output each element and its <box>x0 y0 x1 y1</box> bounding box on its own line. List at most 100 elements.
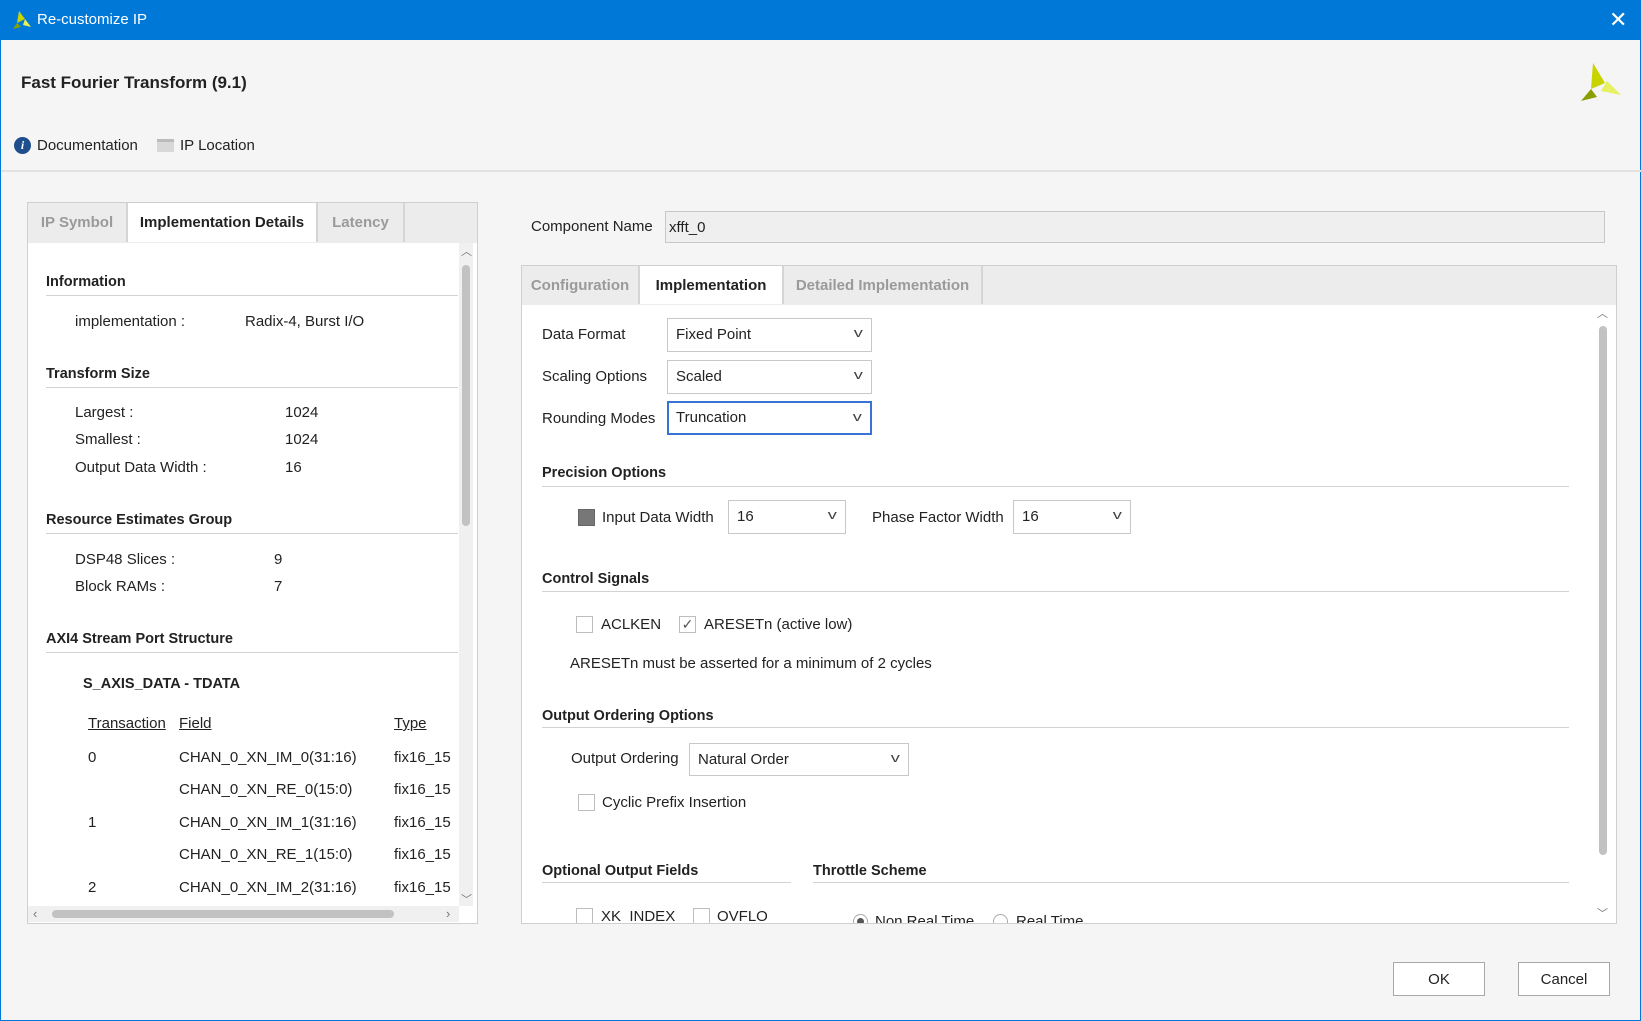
component-name-input[interactable] <box>665 211 1605 243</box>
transaction-cell: 1 <box>88 813 97 831</box>
output-width-value: 16 <box>285 459 302 476</box>
divider <box>542 727 1569 728</box>
optional-heading: Optional Output Fields <box>542 863 699 879</box>
tab-configuration[interactable]: Configuration <box>522 266 640 304</box>
output-ordering-label: Output Ordering <box>571 750 679 767</box>
largest-value: 1024 <box>285 404 319 421</box>
dsp-label: DSP48 Slices : <box>75 551 176 568</box>
ip-location-label: IP Location <box>180 137 255 154</box>
ip-location-link[interactable]: IP Location <box>157 137 255 154</box>
right-tabs: Configuration Implementation Detailed Im… <box>522 266 1616 305</box>
aclken-checkbox[interactable] <box>576 616 593 633</box>
header-divider <box>1 170 1641 172</box>
title-bar: Re-customize IP ✕ <box>1 1 1641 40</box>
tab-detailed-implementation[interactable]: Detailed Implementation <box>784 266 983 304</box>
window-title: Re-customize IP <box>37 11 148 28</box>
info-value: Radix-4, Burst I/O <box>245 313 365 330</box>
vertical-scrollbar[interactable]: ︿ ﹀ <box>459 243 473 906</box>
aresetn-checkbox[interactable]: ✓ <box>679 616 696 633</box>
xk-index-checkbox[interactable] <box>576 908 593 923</box>
smallest-label: Smallest : <box>75 431 141 448</box>
scrollbar-thumb[interactable] <box>1599 326 1607 855</box>
scrollbar-thumb[interactable] <box>462 265 470 526</box>
aresetn-label: ARESETn (active low) <box>704 616 853 633</box>
column-field[interactable]: Field <box>179 715 212 732</box>
type-cell: fix16_15 <box>394 878 451 896</box>
divider <box>46 295 458 296</box>
aresetn-note: ARESETn must be asserted for a minimum o… <box>570 655 932 672</box>
field-cell: CHAN_0_XN_IM_2(31:16) <box>179 878 357 896</box>
column-transaction[interactable]: Transaction <box>88 715 166 732</box>
non-real-time-radio[interactable] <box>853 914 868 923</box>
aclken-label: ACLKEN <box>601 616 662 633</box>
real-time-radio[interactable] <box>993 914 1008 923</box>
phase-width-select[interactable]: 16 v <box>1013 500 1131 534</box>
selected-value: Natural Order <box>698 751 789 768</box>
selected-value: Scaled <box>676 368 722 385</box>
bram-label: Block RAMs : <box>75 578 166 595</box>
precision-heading: Precision Options <box>542 465 667 481</box>
scrollbar-thumb[interactable] <box>52 910 394 918</box>
chevron-down-icon: v <box>853 325 863 340</box>
input-width-select[interactable]: 16 v <box>728 500 846 534</box>
folder-icon <box>157 139 174 152</box>
chevron-down-icon: v <box>827 507 837 522</box>
column-type[interactable]: Type <box>394 715 427 732</box>
scaling-label: Scaling Options <box>542 368 648 385</box>
transaction-cell: 2 <box>88 878 97 896</box>
divider <box>46 652 458 653</box>
chevron-down-icon: v <box>1112 507 1122 522</box>
divider <box>813 882 1569 883</box>
documentation-link[interactable]: i Documentation <box>14 137 138 154</box>
type-cell: fix16_15 <box>394 813 451 831</box>
selected-value: Fixed Point <box>676 326 752 343</box>
ok-button[interactable]: OK <box>1393 962 1485 996</box>
axi-subheading: S_AXIS_DATA - TDATA <box>83 676 241 692</box>
field-cell: CHAN_0_XN_RE_0(15:0) <box>179 781 353 799</box>
app-logo-icon <box>13 11 31 29</box>
ordering-heading: Output Ordering Options <box>542 708 714 724</box>
tab-ip-symbol[interactable]: IP Symbol <box>28 203 128 242</box>
input-width-label: Input Data Width <box>602 509 714 526</box>
output-ordering-select[interactable]: Natural Order v <box>689 743 909 776</box>
selected-value: 16 <box>737 508 754 525</box>
resources-heading: Resource Estimates Group <box>46 512 233 528</box>
transform-size-heading: Transform Size <box>46 366 150 382</box>
tab-latency[interactable]: Latency <box>318 203 405 242</box>
bram-value: 7 <box>274 578 283 595</box>
divider <box>46 387 458 388</box>
field-cell: CHAN_0_XN_IM_0(31:16) <box>179 749 357 766</box>
cyclic-prefix-checkbox[interactable] <box>578 794 595 811</box>
info-icon: i <box>14 137 31 154</box>
info-label: implementation : <box>75 313 186 330</box>
component-name-label: Component Name <box>531 218 653 235</box>
tab-implementation[interactable]: Implementation <box>640 266 784 304</box>
throttle-heading: Throttle Scheme <box>813 863 927 879</box>
left-tabs: IP Symbol Implementation Details Latency <box>28 203 477 243</box>
transaction-cell: 0 <box>88 749 97 766</box>
axi-heading: AXI4 Stream Port Structure <box>46 631 233 647</box>
phase-width-label: Phase Factor Width <box>872 509 1004 526</box>
selected-value: 16 <box>1022 508 1039 525</box>
rounding-label: Rounding Modes <box>542 410 656 427</box>
rounding-select[interactable]: Truncation v <box>667 401 872 435</box>
non-real-time-label: Non Real Time <box>875 913 975 924</box>
xilinx-logo-icon <box>1581 63 1621 101</box>
ovflo-checkbox[interactable] <box>693 908 710 923</box>
cancel-button[interactable]: Cancel <box>1518 962 1610 996</box>
chevron-down-icon: v <box>852 409 862 424</box>
close-icon[interactable]: ✕ <box>1609 7 1627 33</box>
control-heading: Control Signals <box>542 571 650 587</box>
scaling-select[interactable]: Scaled v <box>667 360 872 394</box>
input-width-checkbox[interactable] <box>578 509 595 526</box>
left-panel: IP Symbol Implementation Details Latency… <box>27 202 478 924</box>
tab-implementation-details[interactable]: Implementation Details <box>128 203 318 242</box>
data-format-select[interactable]: Fixed Point v <box>667 318 872 352</box>
horizontal-scrollbar[interactable]: ‹ › <box>28 906 459 922</box>
data-format-label: Data Format <box>542 326 626 343</box>
ip-title: Fast Fourier Transform (9.1) <box>21 73 247 92</box>
real-time-label: Real Time <box>1016 913 1084 924</box>
chevron-down-icon: v <box>890 750 900 765</box>
vertical-scrollbar[interactable]: ︿ ﹀ <box>1595 305 1611 923</box>
cyclic-prefix-label: Cyclic Prefix Insertion <box>602 794 747 811</box>
